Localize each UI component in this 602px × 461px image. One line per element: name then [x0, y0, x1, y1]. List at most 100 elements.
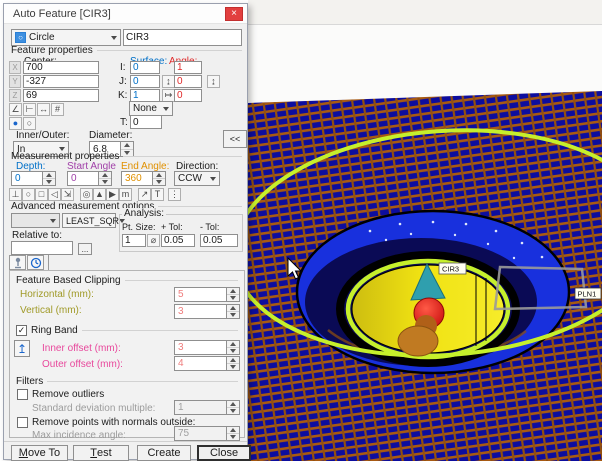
- axis-z-button[interactable]: Z: [9, 89, 21, 102]
- axis-y-button[interactable]: Y: [9, 75, 21, 88]
- vertical-spinner[interactable]: 3: [174, 304, 240, 319]
- feature-type-dropdown[interactable]: ○ Circle: [11, 29, 121, 46]
- circle-type-icon: ○: [15, 32, 26, 43]
- angle-i-field[interactable]: 1: [174, 61, 202, 74]
- clock-icon: [30, 257, 42, 269]
- chevron-down-icon: [50, 219, 56, 223]
- outer-offset-label: Outer offset (mm):: [42, 359, 123, 370]
- snap-angle-icon[interactable]: ∠: [9, 103, 22, 116]
- mode-off-icon[interactable]: ○: [23, 117, 36, 130]
- feature-name-input[interactable]: CIR3: [123, 29, 242, 46]
- meas-perpendicular-icon[interactable]: ⊥: [9, 188, 22, 201]
- inner-outer-label: Inner/Outer:: [16, 130, 69, 141]
- angle-k-field[interactable]: 0: [174, 89, 202, 102]
- horizontal-label: Horizontal (mm):: [20, 289, 94, 300]
- minus-tol-field[interactable]: 0.05: [200, 234, 238, 247]
- t-field[interactable]: 0: [130, 115, 162, 129]
- max-incidence-label: Max incidence angle:: [32, 430, 126, 441]
- meas-text-icon[interactable]: T: [151, 188, 164, 201]
- meas-square-icon[interactable]: □: [35, 188, 48, 201]
- chevron-down-icon: [163, 107, 169, 111]
- meas-diagonal-icon[interactable]: ↗: [138, 188, 151, 201]
- cir3-tag[interactable]: CIR3: [439, 263, 466, 274]
- close-button[interactable]: Close: [197, 445, 251, 461]
- remove-outliers-label: Remove outliers: [32, 389, 104, 400]
- depth-spinner[interactable]: 0: [11, 171, 56, 186]
- create-button[interactable]: Create: [137, 445, 191, 461]
- dialog-titlebar[interactable]: Auto Feature [CIR3] ×: [4, 4, 247, 24]
- diameter-label: Diameter:: [89, 130, 132, 141]
- close-icon[interactable]: ×: [225, 7, 243, 21]
- center-y-field[interactable]: -327: [23, 75, 99, 88]
- dialog-title: Auto Feature [CIR3]: [13, 8, 111, 20]
- chevron-down-icon: [210, 177, 216, 181]
- feature-based-clipping-group: Feature Based Clipping: [16, 275, 238, 286]
- std-dev-spinner: 1: [174, 400, 240, 415]
- test-button[interactable]: Test: [73, 445, 129, 461]
- filters-group: Filters: [16, 376, 238, 387]
- analysis-label: Analysis:: [122, 208, 166, 219]
- i-label: I:: [120, 62, 126, 73]
- chevron-down-icon: [111, 36, 117, 40]
- tab-divider: [48, 255, 49, 270]
- relative-to-label: Relative to:: [12, 230, 62, 241]
- footer-separator: [4, 441, 247, 442]
- feature-type-value: Circle: [29, 32, 55, 43]
- outer-offset-spinner[interactable]: 4: [174, 356, 240, 371]
- meas-circle-icon[interactable]: ○: [22, 188, 35, 201]
- center-z-field[interactable]: 69: [23, 89, 99, 102]
- mode-on-icon[interactable]: ●: [9, 117, 22, 130]
- ring-band-checkbox[interactable]: ✓: [16, 325, 27, 336]
- snap-width-icon[interactable]: ↔: [37, 103, 50, 116]
- surface-mode-dropdown[interactable]: None: [129, 101, 173, 116]
- algorithm-dropdown[interactable]: LEAST_SQR: [62, 213, 116, 228]
- auto-feature-dialog: Auto Feature [CIR3] × ○ Circle CIR3 Feat…: [3, 3, 248, 460]
- meas-target-icon[interactable]: ◎: [80, 188, 93, 201]
- inner-offset-spinner[interactable]: 3: [174, 340, 240, 355]
- ring-band-group: ✓ Ring Band: [16, 325, 238, 336]
- cad-viewport[interactable]: CIR3 PLN1: [248, 0, 602, 461]
- probe-icon: [12, 257, 24, 269]
- minus-tol-label: - Tol:: [200, 222, 219, 232]
- pln1-tag[interactable]: PLN1: [575, 288, 601, 299]
- start-angle-spinner[interactable]: 0: [67, 171, 112, 186]
- angle-j-field[interactable]: 0: [174, 75, 202, 88]
- remove-normals-checkbox[interactable]: [17, 417, 28, 428]
- max-incidence-spinner: 75: [174, 426, 240, 441]
- browse-button[interactable]: ...: [78, 243, 92, 255]
- ring-band-icon[interactable]: ↥: [14, 340, 30, 357]
- meas-level-icon[interactable]: ▲: [93, 188, 106, 201]
- dot-size-icon[interactable]: ⌀: [147, 234, 160, 247]
- j-label: J:: [119, 76, 127, 87]
- axis-x-button[interactable]: X: [9, 61, 21, 74]
- meas-wedge-icon[interactable]: ◁: [48, 188, 61, 201]
- collapse-button[interactable]: <<: [223, 130, 247, 148]
- vertical-label: Vertical (mm):: [20, 305, 82, 316]
- flip-angle-vector-icon[interactable]: ↨: [207, 75, 220, 88]
- move-to-button[interactable]: Move To: [11, 445, 68, 461]
- meas-path-icon[interactable]: ⇲: [61, 188, 74, 201]
- end-angle-spinner[interactable]: 360: [121, 171, 166, 186]
- horizontal-spinner[interactable]: 5: [174, 287, 240, 302]
- snap-edge-icon[interactable]: ⊢: [23, 103, 36, 116]
- center-x-field[interactable]: 700: [23, 61, 99, 74]
- snap-grid-icon[interactable]: #: [51, 103, 64, 116]
- plus-tol-field[interactable]: 0.05: [161, 234, 195, 247]
- tab-probe-settings[interactable]: [9, 255, 26, 270]
- tab-scan-settings[interactable]: [27, 255, 44, 270]
- meas-play-icon[interactable]: ▶: [106, 188, 119, 201]
- surface-j-field[interactable]: 0: [130, 75, 160, 88]
- relative-to-field[interactable]: [11, 241, 73, 255]
- filter-dropdown-disabled: [11, 213, 60, 228]
- remove-outliers-checkbox[interactable]: [17, 389, 28, 400]
- check-icon: ✓: [18, 325, 26, 336]
- meas-dots-icon[interactable]: ⋮: [168, 188, 181, 201]
- meas-m-icon[interactable]: m: [119, 188, 132, 201]
- pt-size-label: Pt. Size:: [122, 222, 156, 232]
- surface-i-field[interactable]: 0: [130, 61, 160, 74]
- cad-scene: CIR3 PLN1: [248, 0, 602, 461]
- t-label: T:: [120, 117, 128, 128]
- svg-text:PLN1: PLN1: [578, 290, 597, 299]
- direction-dropdown[interactable]: CCW: [174, 171, 220, 186]
- pt-size-field[interactable]: 1: [122, 234, 146, 247]
